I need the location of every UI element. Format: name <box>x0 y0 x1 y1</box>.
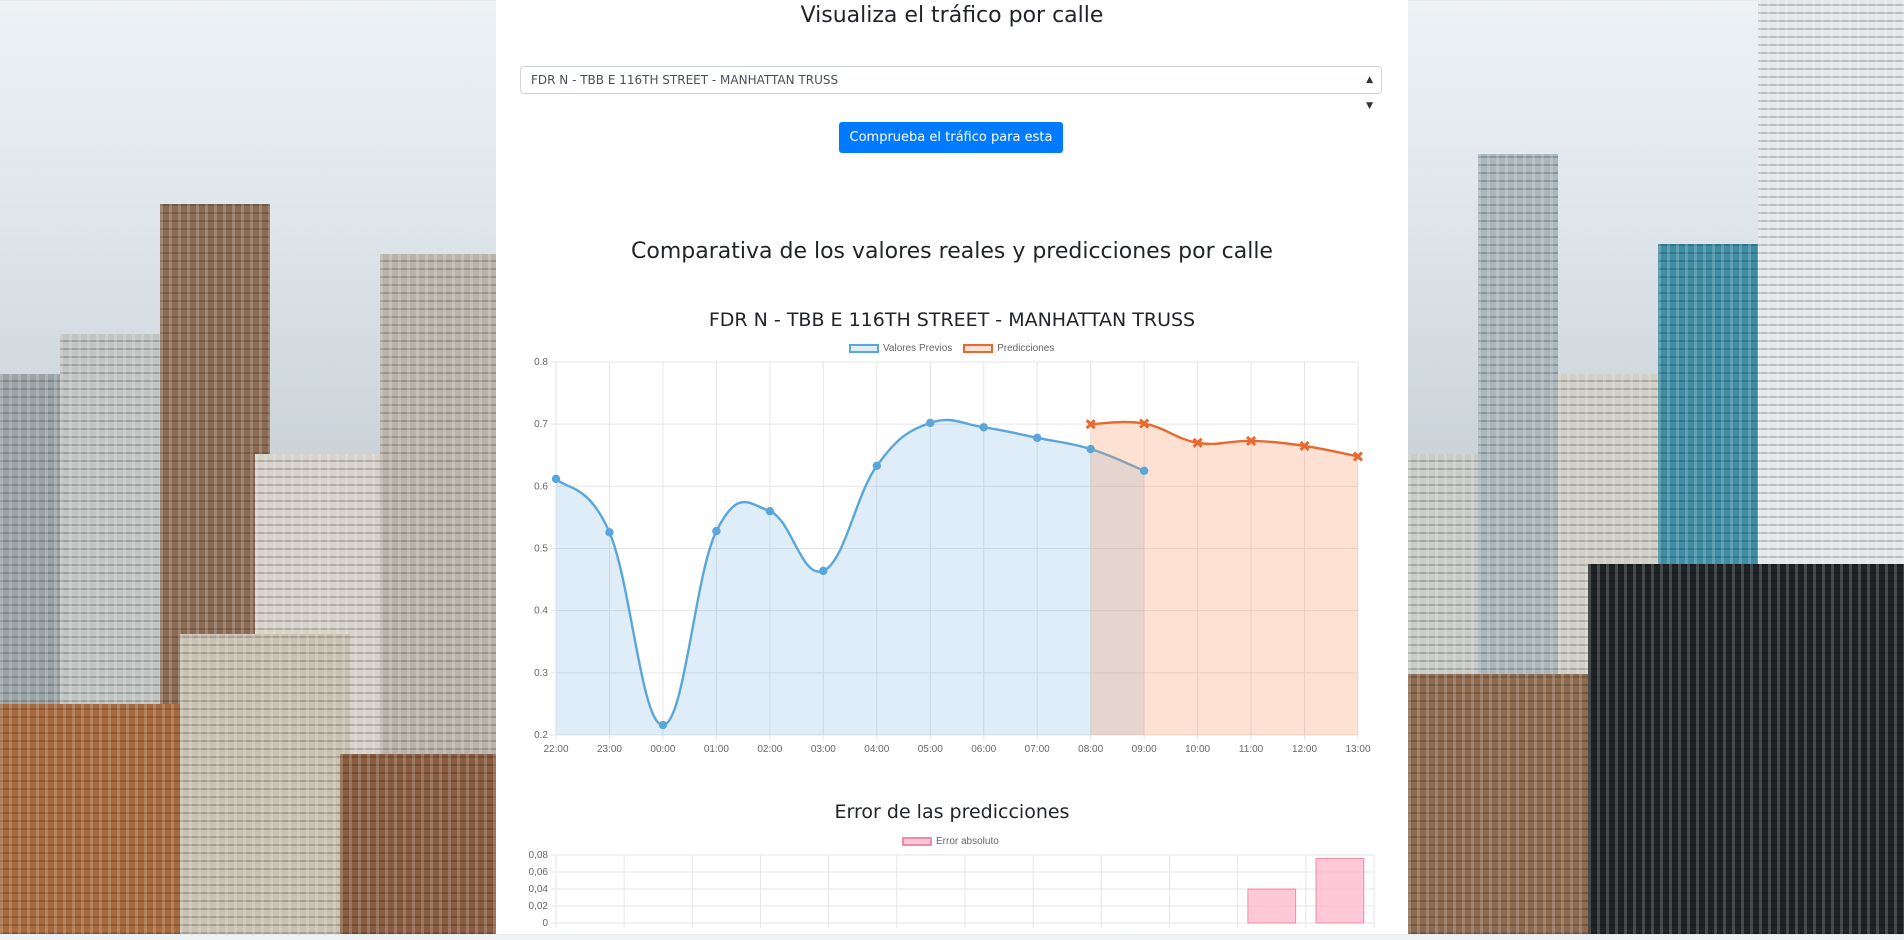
data-point-actual <box>712 526 721 536</box>
series-area-prediction <box>1090 422 1358 735</box>
data-point-actual <box>1033 433 1042 443</box>
y-tick-label: 0.6 <box>534 481 548 492</box>
x-tick-label: 03:00 <box>811 744 836 755</box>
street-select[interactable]: FDR N - TBB E 116TH STREET - MANHATTAN T… <box>520 66 1382 111</box>
x-tick-label: 06:00 <box>971 744 996 755</box>
y-tick-label: 0,04 <box>529 884 549 895</box>
data-point-actual <box>1086 444 1095 454</box>
y-tick-label: 0,08 <box>529 850 549 861</box>
x-tick-label: 10:00 <box>1185 744 1210 755</box>
y-tick-label: 0.4 <box>534 606 548 617</box>
data-point-actual <box>765 507 775 516</box>
city-background-left <box>0 0 496 934</box>
x-tick-label: 12:00 <box>1292 744 1317 755</box>
x-tick-label: 01:00 <box>704 744 729 755</box>
data-point-actual <box>872 461 881 471</box>
error-bar <box>1315 857 1365 924</box>
data-point-actual <box>979 423 988 432</box>
page-title: Visualiza el tráfico por calle <box>800 3 1104 28</box>
main-panel: Visualiza el tráfico por calle FDR N - T… <box>496 0 1408 934</box>
street-select-value: FDR N - TBB E 116TH STREET - MANHATTAN T… <box>531 73 839 87</box>
check-traffic-button[interactable]: Comprueba el tráfico para esta calle <box>839 122 1063 176</box>
line-chart: 0.8 0.7 0.6 0.5 0.4 0.3 0.2 22:00 23:00 00:00 01:0… <box>534 357 1371 755</box>
x-tick-label: 05:00 <box>918 744 943 755</box>
y-tick-label: 0.7 <box>534 419 548 430</box>
x-tick-label: 09:00 <box>1132 744 1157 755</box>
error-bar-chart: 0,08 0,06 0,04 0,02 0 <box>529 850 1375 929</box>
x-tick-label: 00:00 <box>650 744 675 755</box>
comparison-title: Comparativa de los valores reales y pred… <box>631 239 1273 264</box>
data-point-actual <box>1139 466 1149 475</box>
y-tick-label: 0.5 <box>534 544 548 555</box>
y-tick-label: 0.2 <box>534 730 548 741</box>
data-point-actual <box>551 474 561 484</box>
data-point-actual <box>819 566 828 576</box>
line-chart-title: FDR N - TBB E 116TH STREET - MANHATTAN T… <box>708 309 1196 331</box>
error-chart-title: Error de las predicciones <box>834 801 1070 823</box>
data-point-actual <box>605 528 614 537</box>
x-tick-label: 23:00 <box>597 744 622 755</box>
x-tick-label: 02:00 <box>757 744 782 755</box>
x-tick-label: 13:00 <box>1345 744 1370 755</box>
x-tick-label: 07:00 <box>1025 744 1050 755</box>
error-bar <box>1247 888 1297 924</box>
data-point-actual <box>926 418 935 428</box>
data-point-actual <box>658 720 668 730</box>
x-tick-label: 08:00 <box>1078 744 1103 755</box>
y-tick-label: 0,02 <box>529 901 549 912</box>
x-tick-label: 22:00 <box>543 744 568 755</box>
x-tick-label: 04:00 <box>864 744 889 755</box>
city-background-right <box>1408 0 1904 934</box>
y-tick-label: 0.3 <box>534 668 548 679</box>
x-tick-label: 11:00 <box>1239 744 1264 755</box>
y-tick-label: 0,06 <box>529 867 549 878</box>
select-arrows-icon: ▲ ▼ <box>1366 75 1373 111</box>
y-tick-label: 0 <box>542 918 548 929</box>
y-tick-label: 0.8 <box>534 357 548 368</box>
